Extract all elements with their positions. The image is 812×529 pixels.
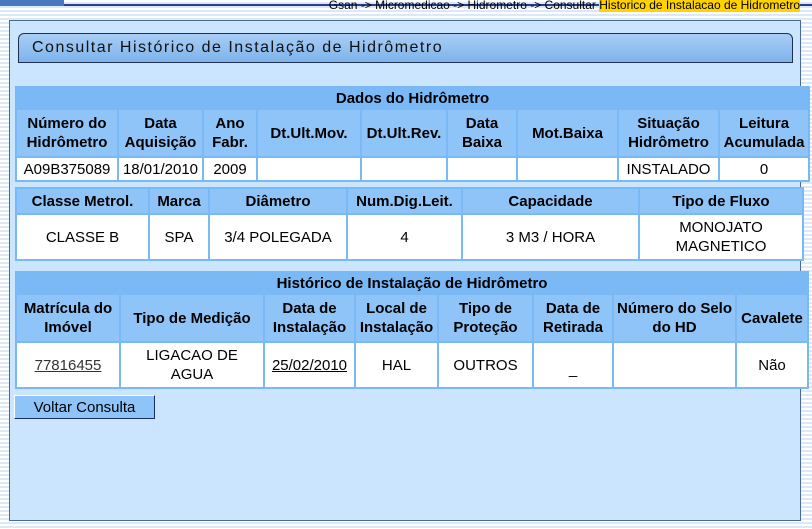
col-data-aquisicao: Data Aquisição — [119, 110, 202, 156]
col-cavalete: Cavalete — [737, 295, 808, 341]
cell-leitura: 0 — [720, 158, 809, 180]
col-ano-fabr: Ano Fabr. — [204, 110, 256, 156]
dados-title: Dados do Hidrômetro — [17, 88, 809, 108]
cell-tipo-fluxo: MONOJATO MAGNETICO — [640, 215, 802, 259]
cell-numero: A09B375089 — [17, 158, 117, 180]
col-numero: Número do Hidrômetro — [17, 110, 117, 156]
col-num-dig: Num.Dig.Leit. — [348, 189, 461, 213]
breadcrumb: Gsan -> Micromedicao -> Hidrometro -> Co… — [329, 0, 800, 12]
breadcrumb-current: Historico de Instalacao de Hidrometro — [599, 0, 800, 12]
cell-local-instalacao: HAL — [356, 343, 437, 387]
col-data-baixa: Data Baixa — [448, 110, 516, 156]
cell-tipo-protecao: OUTROS — [439, 343, 532, 387]
caracteristicas-table: Classe Metrol. Marca Diâmetro Num.Dig.Le… — [15, 187, 804, 261]
cell-capacidade: 3 M3 / HORA — [463, 215, 638, 259]
cell-data-instalacao: 25/02/2010 — [265, 343, 354, 387]
col-dt-ult-mov: Dt.Ult.Mov. — [258, 110, 360, 156]
cell-dt-ult-rev — [362, 158, 446, 180]
cell-dt-ult-mov — [258, 158, 360, 180]
col-data-instalacao: Data de Instalação — [265, 295, 354, 341]
cell-mot-baixa — [518, 158, 617, 180]
col-numero-selo: Número do Selo do HD — [614, 295, 735, 341]
cell-num-dig: 4 — [348, 215, 461, 259]
col-tipo-medicao: Tipo de Medição — [121, 295, 263, 341]
col-matricula: Matrícula do Imóvel — [17, 295, 119, 341]
col-tipo-fluxo: Tipo de Fluxo — [640, 189, 802, 213]
col-leitura: Leitura Acumulada — [720, 110, 809, 156]
breadcrumb-path: Gsan -> Micromedicao -> Hidrometro -> Co… — [328, 0, 600, 12]
col-situacao: Situação Hidrômetro — [619, 110, 718, 156]
col-local-instalacao: Local de Instalação — [356, 295, 437, 341]
cell-situacao: INSTALADO — [619, 158, 718, 180]
col-mot-baixa: Mot.Baixa — [518, 110, 617, 156]
matricula-link[interactable]: 77816455 — [35, 357, 102, 374]
top-bar-logo-strip — [0, 0, 64, 6]
cell-tipo-medicao: LIGACAO DE AGUA — [121, 343, 263, 387]
top-bar: Gsan -> Micromedicao -> Hidrometro -> Co… — [0, 0, 812, 14]
col-diametro: Diâmetro — [210, 189, 346, 213]
cell-marca: SPA — [150, 215, 208, 259]
cell-data-aquisicao: 18/01/2010 — [119, 158, 202, 180]
data-instalacao-link[interactable]: 25/02/2010 — [272, 357, 347, 374]
table-row: 77816455 LIGACAO DE AGUA 25/02/2010 HAL … — [17, 343, 808, 387]
dados-hidrometro-table: Dados do Hidrômetro Número do Hidrômetro… — [15, 86, 811, 182]
historico-table: Histórico de Instalação de Hidrômetro Ma… — [15, 271, 810, 389]
cell-diametro: 3/4 POLEGADA — [210, 215, 346, 259]
historico-title: Histórico de Instalação de Hidrômetro — [17, 273, 808, 293]
page-title: Consultar Histórico de Instalação de Hid… — [18, 33, 793, 63]
col-classe: Classe Metrol. — [17, 189, 148, 213]
voltar-consulta-button[interactable]: Voltar Consulta — [14, 395, 155, 419]
cell-ano-fabr: 2009 — [204, 158, 256, 180]
cell-numero-selo — [614, 343, 735, 387]
col-tipo-protecao: Tipo de Proteção — [439, 295, 532, 341]
col-capacidade: Capacidade — [463, 189, 638, 213]
col-data-retirada: Data de Retirada — [534, 295, 612, 341]
col-dt-ult-rev: Dt.Ult.Rev. — [362, 110, 446, 156]
cell-cavalete: Não — [737, 343, 808, 387]
cell-matricula: 77816455 — [17, 343, 119, 387]
col-marca: Marca — [150, 189, 208, 213]
cell-data-baixa — [448, 158, 516, 180]
cell-data-retirada: _ — [534, 343, 612, 387]
cell-classe: CLASSE B — [17, 215, 148, 259]
